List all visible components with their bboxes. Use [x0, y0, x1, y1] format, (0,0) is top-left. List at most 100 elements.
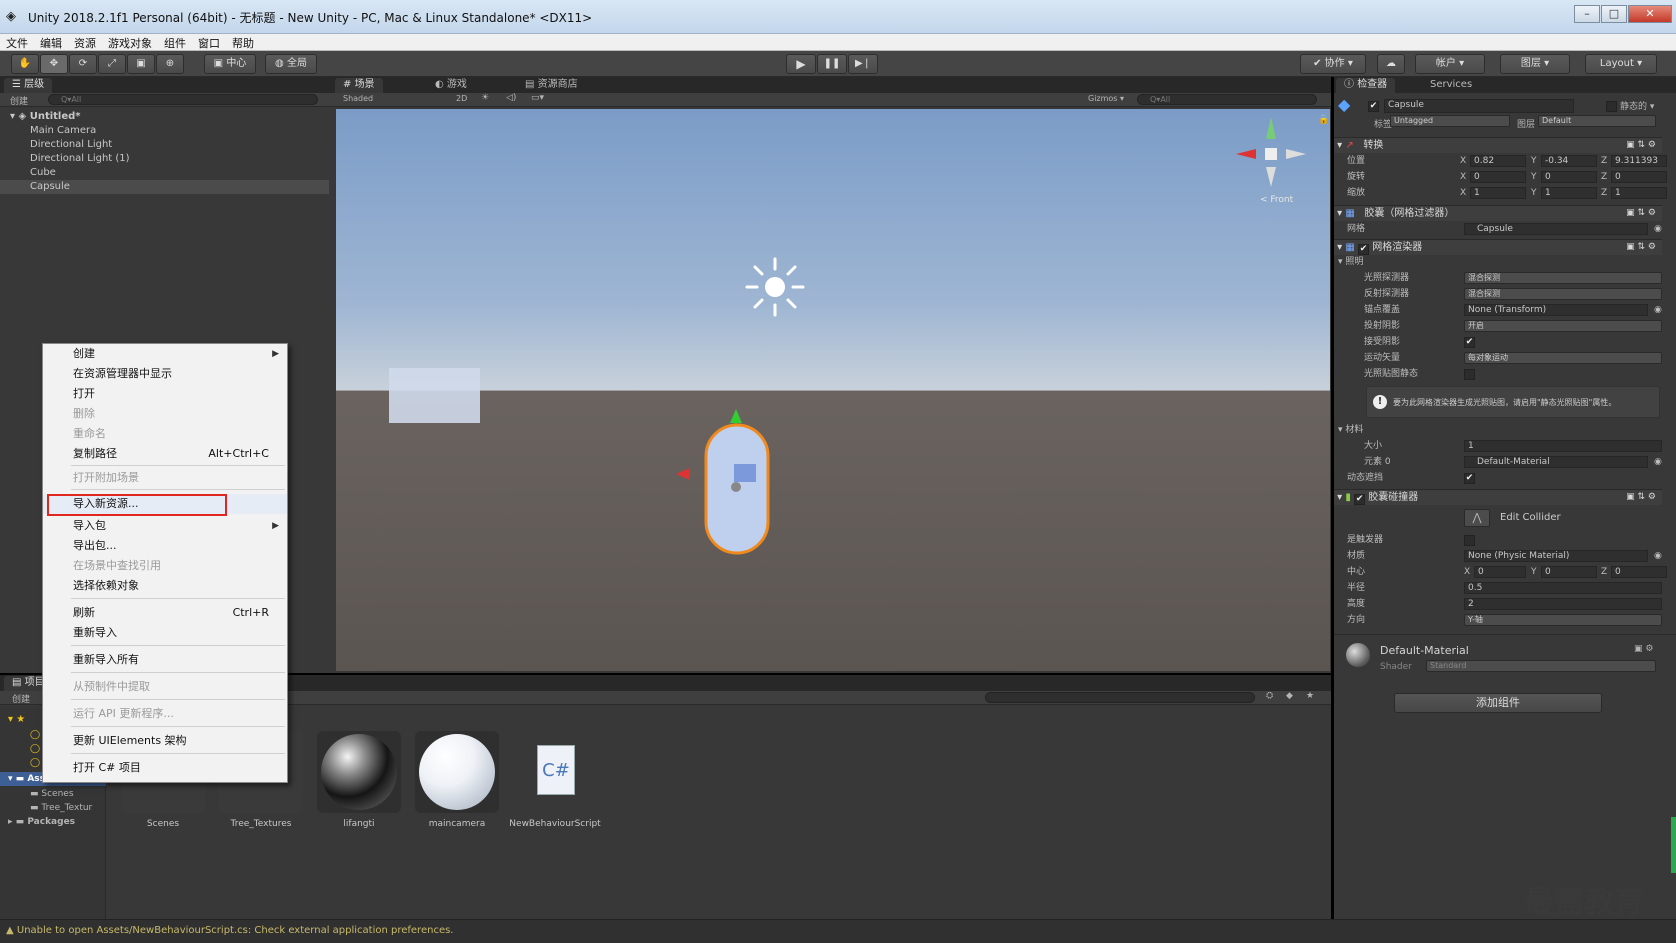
mesh-field[interactable]: Capsule: [1464, 223, 1648, 235]
anchor-override-field[interactable]: None (Transform): [1464, 304, 1648, 316]
favorite-search-icons[interactable]: ◯ ◯ ◯: [30, 728, 40, 770]
rotation-x-field[interactable]: 0: [1470, 171, 1526, 183]
scale-z-field[interactable]: 1: [1611, 187, 1667, 199]
view-orientation-gizmo-icon[interactable]: [1236, 117, 1316, 197]
asset-script-newbehaviourscript[interactable]: C#: [513, 731, 597, 813]
tab-services[interactable]: Services: [1422, 78, 1480, 93]
menu-window[interactable]: 窗口: [192, 34, 226, 52]
scale-x-field[interactable]: 1: [1470, 187, 1526, 199]
rotation-y-field[interactable]: 0: [1541, 171, 1597, 183]
tag-dropdown[interactable]: Untagged: [1390, 115, 1510, 127]
layer-dropdown[interactable]: Default: [1538, 115, 1656, 127]
project-search-input[interactable]: [985, 692, 1255, 703]
shading-dropdown[interactable]: Shaded: [343, 94, 373, 103]
menu-item-select-dependencies[interactable]: 选择依赖对象: [43, 576, 287, 596]
filter-label-icon[interactable]: ◆: [1286, 691, 1293, 701]
move-tool-icon[interactable]: ✥: [40, 54, 68, 74]
menu-item-copy-path[interactable]: 复制路径 Alt+Ctrl+C: [43, 444, 287, 464]
cast-shadows-dropdown[interactable]: 开启: [1464, 320, 1662, 332]
settings-gear-icon[interactable]: ▣ ⚙: [1634, 644, 1653, 654]
menu-gameobject[interactable]: 游戏对象: [102, 34, 158, 52]
motion-vectors-dropdown[interactable]: 每对象运动: [1464, 352, 1662, 364]
menu-file[interactable]: 文件: [0, 34, 34, 52]
toggle-2d-button[interactable]: 2D: [456, 94, 467, 103]
collider-material-field[interactable]: None (Physic Material): [1464, 550, 1648, 562]
scrollbar-indicator[interactable]: [1671, 817, 1676, 873]
account-dropdown[interactable]: 帐户 ▾: [1415, 54, 1485, 74]
menu-item-import-package[interactable]: 导入包 ▶: [43, 516, 287, 536]
object-name-field[interactable]: Capsule: [1384, 99, 1574, 113]
materials-size-field[interactable]: 1: [1464, 440, 1662, 452]
rotation-z-field[interactable]: 0: [1611, 171, 1667, 183]
hierarchy-search-input[interactable]: Q▾All: [48, 94, 318, 105]
element-0-field[interactable]: Default-Material: [1464, 456, 1648, 468]
gizmos-dropdown[interactable]: Gizmos ▾: [1088, 94, 1124, 103]
cloud-icon[interactable]: ☁: [1377, 54, 1405, 74]
play-button[interactable]: ▶: [786, 54, 816, 74]
dynamic-occluded-checkbox[interactable]: ✔: [1464, 473, 1475, 484]
direction-dropdown[interactable]: Y-轴: [1464, 614, 1662, 626]
collab-dropdown[interactable]: ✔ 协作 ▾: [1300, 54, 1366, 74]
project-create-dropdown[interactable]: 创建: [12, 692, 30, 705]
lighting-foldout[interactable]: ▾ 照明: [1334, 254, 1662, 270]
menu-item-show-in-explorer[interactable]: 在资源管理器中显示: [43, 364, 287, 384]
layout-dropdown[interactable]: Layout ▾: [1585, 54, 1657, 74]
active-checkbox[interactable]: ✔: [1368, 101, 1379, 112]
tab-game[interactable]: ◐ 游戏: [427, 78, 475, 93]
edit-collider-button[interactable]: ⋀: [1464, 509, 1490, 527]
reflection-probes-dropdown[interactable]: 混合探测: [1464, 288, 1662, 300]
filter-type-icon[interactable]: ⛭: [1266, 691, 1273, 701]
hand-tool-icon[interactable]: ✋: [11, 54, 39, 74]
center-y-field[interactable]: 0: [1541, 566, 1597, 578]
scene-root[interactable]: ▾ ◈ Untitled*: [0, 110, 329, 124]
object-picker-icon[interactable]: ◉: [1654, 302, 1662, 318]
position-x-field[interactable]: 0.82: [1470, 155, 1526, 167]
center-x-field[interactable]: 0: [1474, 566, 1526, 578]
tab-inspector[interactable]: ⓘ 检查器: [1336, 78, 1396, 93]
settings-gear-icon[interactable]: ▣ ⇅ ⚙: [1626, 138, 1656, 153]
position-z-field[interactable]: 9.311393: [1611, 155, 1667, 167]
height-field[interactable]: 2: [1464, 598, 1662, 610]
position-y-field[interactable]: -0.34: [1541, 155, 1597, 167]
create-dropdown[interactable]: 创建: [10, 94, 28, 107]
capsule-object[interactable]: [676, 409, 786, 569]
receive-shadows-checkbox[interactable]: ✔: [1464, 337, 1475, 348]
scene-viewport[interactable]: ☁ < Front 🔒: [336, 109, 1330, 671]
object-picker-icon[interactable]: ◉: [1654, 548, 1662, 564]
menu-assets[interactable]: 资源: [68, 34, 102, 52]
menu-item-reimport-all[interactable]: 重新导入所有: [43, 650, 287, 670]
scale-y-field[interactable]: 1: [1541, 187, 1597, 199]
menu-item-open[interactable]: 打开: [43, 384, 287, 404]
lightmap-static-checkbox[interactable]: [1464, 369, 1475, 380]
settings-gear-icon[interactable]: ▣ ⇅ ⚙: [1626, 206, 1656, 221]
tree-item-scenes[interactable]: ▬ Scenes: [30, 787, 74, 801]
scene-search-input[interactable]: Q▾All: [1137, 94, 1317, 105]
settings-gear-icon[interactable]: ▣ ⇅ ⚙: [1626, 490, 1656, 505]
minimize-button[interactable]: –: [1574, 5, 1600, 23]
mesh-renderer-header[interactable]: ▾ ▦ ✔ 网格渲染器 ▣ ⇅ ⚙: [1334, 239, 1662, 255]
radius-field[interactable]: 0.5: [1464, 582, 1662, 594]
menu-item-reimport[interactable]: 重新导入: [43, 623, 287, 643]
tree-item-packages[interactable]: ▸ ▬ Packages: [8, 815, 75, 829]
maximize-button[interactable]: □: [1601, 5, 1627, 23]
light-probes-dropdown[interactable]: 混合探测: [1464, 272, 1662, 284]
capsule-collider-header[interactable]: ▾ ▮ ✔ 胶囊碰撞器 ▣ ⇅ ⚙: [1334, 489, 1662, 505]
menu-item-open-csharp-project[interactable]: 打开 C# 项目: [43, 758, 287, 778]
menu-item-refresh[interactable]: 刷新 Ctrl+R: [43, 603, 287, 623]
hierarchy-item-directional-light[interactable]: Directional Light: [0, 138, 329, 152]
transform-tool-icon[interactable]: ⊕: [156, 54, 184, 74]
hierarchy-item-directional-light-1[interactable]: Directional Light (1): [0, 152, 329, 166]
status-bar[interactable]: ▲ Unable to open Assets/NewBehaviourScri…: [0, 919, 1676, 943]
favorite-star-icon[interactable]: ★: [1306, 691, 1314, 701]
capsule-collider-enabled-checkbox[interactable]: ✔: [1354, 494, 1366, 505]
tab-scene[interactable]: # 场景: [335, 78, 383, 93]
menu-edit[interactable]: 编辑: [34, 34, 68, 52]
object-picker-icon[interactable]: ◉: [1654, 221, 1662, 237]
menu-item-create[interactable]: 创建 ▶: [43, 344, 287, 364]
tab-hierarchy[interactable]: ☰ 层级: [4, 78, 53, 93]
mesh-filter-header[interactable]: ▾ ▦ 胶囊（网格过滤器） ▣ ⇅ ⚙: [1334, 205, 1662, 221]
step-button[interactable]: ▶❘: [848, 54, 878, 74]
settings-gear-icon[interactable]: ▣ ⇅ ⚙: [1626, 240, 1656, 255]
menu-component[interactable]: 组件: [158, 34, 192, 52]
global-toggle[interactable]: ◍ 全局: [265, 54, 317, 74]
